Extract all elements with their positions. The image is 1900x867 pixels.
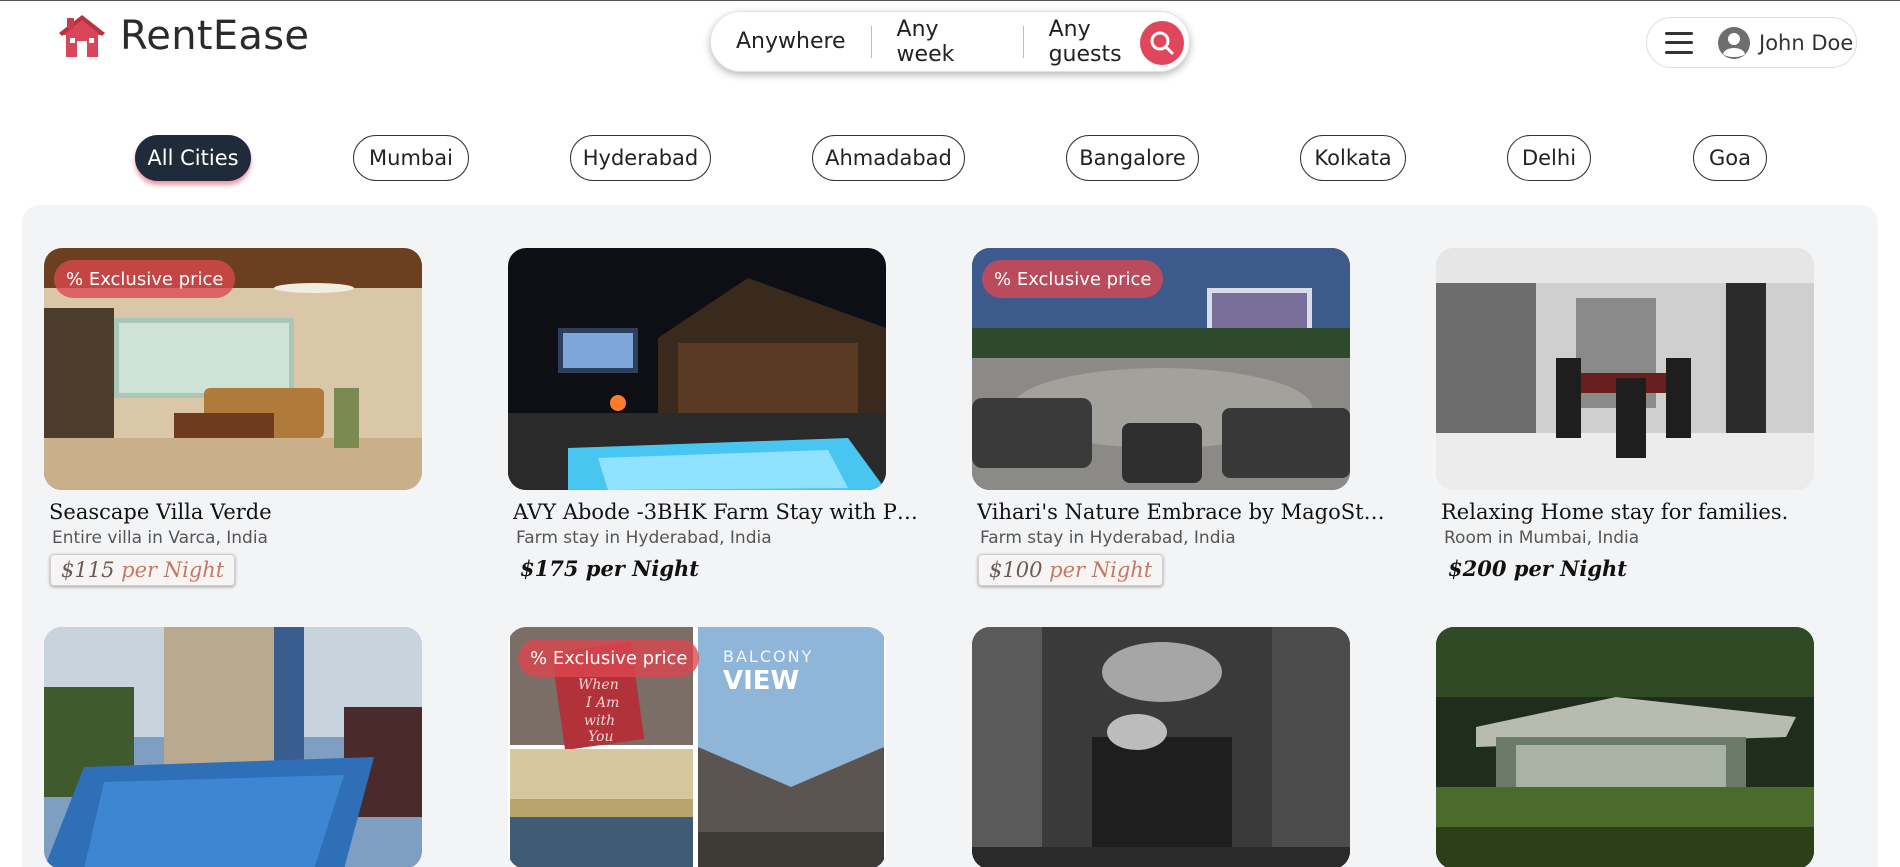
listing-card[interactable] (1436, 627, 1876, 867)
top-header: RentEase Anywhere Any week Any guests Jo… (0, 1, 1900, 83)
user-menu-button[interactable]: John Doe (1646, 17, 1857, 68)
search-when[interactable]: Any week (872, 17, 1023, 67)
exclusive-price-badge: % Exclusive price (982, 260, 1164, 298)
listing-price: $175 per Night (520, 556, 700, 581)
listing-photo-collage[interactable]: When I Am with You BALCONY VIEW % Exclus… (508, 627, 886, 867)
pool-night-image (508, 248, 886, 490)
listing-card[interactable] (44, 627, 484, 867)
listing-photo-living-room[interactable]: % Exclusive price (44, 248, 422, 490)
collage-text-line: with (584, 713, 615, 729)
brand-name: RentEase (120, 13, 310, 59)
listing-location: Room in Mumbai, India (1444, 528, 1640, 548)
chip-kolkata[interactable]: Kolkata (1300, 135, 1406, 181)
listing-photo-dining-room[interactable] (1436, 248, 1814, 490)
listing-photo-apartment-pool[interactable] (44, 627, 422, 867)
listing-title[interactable]: AVY Abode -3BHK Farm Stay with Pvt ... (513, 500, 923, 524)
exclusive-price-badge: % Exclusive price (54, 260, 236, 298)
listing-location: Farm stay in Hyderabad, India (980, 528, 1236, 548)
city-filter-bar: All Cities Mumbai Hyderabad Ahmadabad Ba… (0, 135, 1900, 185)
listing-price: $100 per Night (978, 554, 1164, 586)
listing-photo-pool-night[interactable] (508, 248, 886, 490)
chip-delhi[interactable]: Delhi (1507, 135, 1591, 181)
chip-ahmadabad[interactable]: Ahmadabad (812, 135, 965, 181)
garden-cottage-image (1436, 627, 1814, 867)
collage-text-line: I Am (585, 695, 619, 711)
listing-card[interactable]: % Exclusive price Vihari's Nature Embrac… (972, 248, 1412, 586)
listing-card[interactable] (972, 627, 1412, 867)
search-where[interactable]: Anywhere (711, 26, 871, 58)
listing-location: Entire villa in Varca, India (52, 528, 268, 548)
apartment-pool-image (44, 627, 422, 867)
collage-text-line: BALCONY (723, 647, 813, 666)
listing-photo-terrace[interactable]: % Exclusive price (972, 248, 1350, 490)
dining-room-image (1436, 248, 1814, 490)
listing-location: Farm stay in Hyderabad, India (516, 528, 772, 548)
listing-price: $115 per Night (50, 554, 236, 586)
chip-bangalore[interactable]: Bangalore (1066, 135, 1199, 181)
listing-title[interactable]: Relaxing Home stay for families. (1441, 500, 1851, 524)
chip-all-cities[interactable]: All Cities (135, 135, 251, 181)
chandelier-hall-image (972, 627, 1350, 867)
collage-text-line: VIEW (723, 666, 799, 696)
collage-text-line: When (578, 677, 619, 693)
brand-logo[interactable]: RentEase (58, 13, 309, 59)
collage-text-line: You (588, 729, 613, 745)
chip-mumbai[interactable]: Mumbai (353, 135, 469, 181)
house-icon (59, 15, 105, 57)
listing-card[interactable]: Relaxing Home stay for families. Room in… (1436, 248, 1876, 581)
listing-price: $200 per Night (1448, 556, 1628, 581)
chip-goa[interactable]: Goa (1693, 135, 1767, 181)
exclusive-price-badge: % Exclusive price (518, 639, 700, 677)
listing-title[interactable]: Vihari's Nature Embrace by MagoStays (977, 500, 1387, 524)
listing-photo-garden-cottage[interactable] (1436, 627, 1814, 867)
search-icon (1150, 31, 1174, 55)
hamburger-menu-icon (1665, 31, 1693, 54)
listing-photo-chandelier-hall[interactable] (972, 627, 1350, 867)
avatar-icon (1718, 26, 1750, 59)
user-name: John Doe (1759, 30, 1854, 55)
listing-title[interactable]: Seascape Villa Verde (49, 500, 459, 524)
listing-card[interactable]: When I Am with You BALCONY VIEW % Exclus… (508, 627, 948, 867)
chip-hyderabad[interactable]: Hyderabad (570, 135, 711, 181)
listing-card[interactable]: AVY Abode -3BHK Farm Stay with Pvt ... F… (508, 248, 948, 581)
listing-card[interactable]: % Exclusive price Seascape Villa Verde E… (44, 248, 484, 586)
listings-panel: % Exclusive price Seascape Villa Verde E… (22, 205, 1878, 867)
search-bar[interactable]: Anywhere Any week Any guests (710, 11, 1190, 72)
search-button[interactable] (1140, 21, 1184, 65)
